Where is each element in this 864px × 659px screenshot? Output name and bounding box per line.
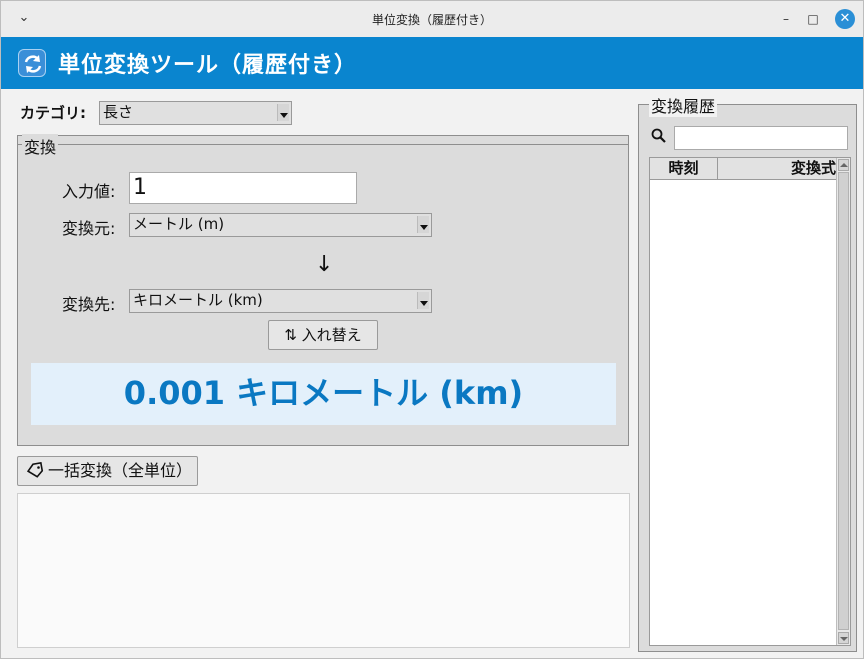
scroll-up-icon[interactable]	[838, 159, 849, 171]
down-arrow-icon: ↓	[315, 252, 334, 277]
to-unit-select[interactable]: キロメートル (km)	[129, 289, 432, 313]
minimize-button[interactable]: –	[776, 9, 796, 29]
bulk-results-area[interactable]	[17, 493, 630, 648]
category-select[interactable]: 長さ	[99, 101, 292, 125]
search-icon	[651, 128, 666, 143]
window-title: 単位変換（履歴付き）	[371, 13, 492, 27]
from-unit-select[interactable]: メートル (m)	[129, 213, 432, 237]
result-text: 0.001 キロメートル (km)	[123, 374, 524, 412]
bulk-convert-label: 一括変換（全単位）	[48, 461, 193, 480]
app-window: ⌄ 単位変換（履歴付き） – □ ✕ 単位変換ツール（履歴付き） カテゴリ: 長…	[0, 0, 864, 659]
chevron-down-icon[interactable]	[277, 104, 289, 121]
result-display: 0.001 キロメートル (km)	[31, 363, 616, 425]
bulk-convert-button[interactable]: 一括変換（全単位）	[17, 456, 198, 486]
app-header: 単位変換ツール（履歴付き）	[1, 37, 863, 89]
history-frame-label: 変換履歴	[649, 93, 718, 117]
from-unit-label: 変換元:	[62, 219, 116, 238]
tag-icon	[26, 461, 44, 478]
category-selected-value: 長さ	[103, 103, 134, 121]
input-value-field[interactable]: 1	[129, 172, 357, 204]
chevron-down-icon[interactable]	[417, 292, 429, 309]
history-table[interactable]: 時刻 変換式	[649, 157, 851, 646]
swap-button-label: 入れ替え	[301, 326, 362, 344]
to-unit-selected-value: キロメートル (km)	[133, 291, 263, 309]
maximize-button[interactable]: □	[803, 9, 823, 29]
swap-button[interactable]: ⇅ 入れ替え	[268, 320, 378, 350]
from-unit-selected-value: メートル (m)	[133, 215, 225, 233]
close-button[interactable]: ✕	[835, 9, 855, 29]
history-search-input[interactable]	[674, 126, 848, 150]
title-bar: ⌄ 単位変換（履歴付き） – □ ✕	[1, 1, 863, 37]
input-value-label: 入力値:	[62, 182, 116, 201]
scroll-down-icon[interactable]	[838, 632, 849, 644]
history-table-header: 時刻 変換式	[650, 158, 836, 180]
column-header-expression[interactable]: 変換式	[718, 158, 836, 179]
refresh-icon	[18, 49, 46, 77]
app-title: 単位変換ツール（履歴付き）	[58, 53, 358, 78]
to-unit-label: 変換先:	[62, 295, 116, 314]
category-label: カテゴリ:	[20, 104, 86, 122]
scrollbar-thumb[interactable]	[838, 172, 849, 630]
swap-icon: ⇅	[284, 326, 297, 344]
column-header-time[interactable]: 時刻	[650, 158, 718, 179]
chevron-down-icon[interactable]	[417, 216, 429, 233]
conversion-frame-label: 変換	[22, 134, 59, 158]
history-scrollbar[interactable]	[836, 158, 850, 645]
